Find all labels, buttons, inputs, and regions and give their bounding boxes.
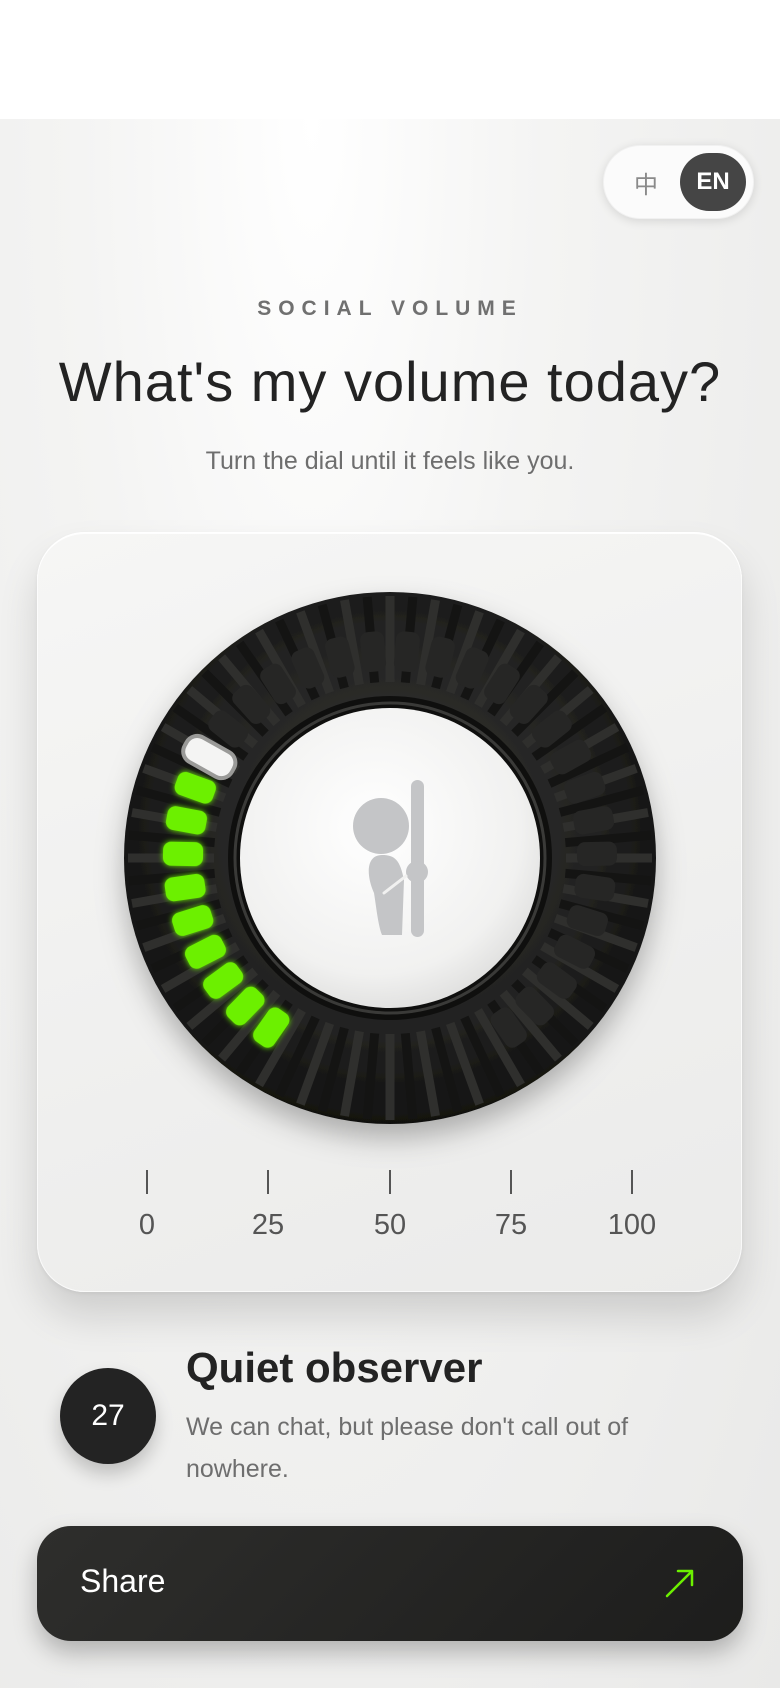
volume-segment-inactive xyxy=(576,841,618,867)
scale-tick xyxy=(267,1170,269,1194)
result-title: Quiet observer xyxy=(186,1344,483,1391)
share-button-label: Share xyxy=(80,1563,166,1599)
share-button[interactable]: Share xyxy=(37,1526,743,1641)
result-description: We can chat, but please don't call out o… xyxy=(186,1413,629,1483)
volume-segment-inactive xyxy=(360,631,387,672)
arrow-up-right-icon xyxy=(665,1569,694,1598)
scale-label: 0 xyxy=(138,1209,156,1241)
scale-label: 100 xyxy=(607,1209,657,1241)
scale-label: 75 xyxy=(494,1209,528,1241)
volume-value-badge: 27 xyxy=(60,1368,156,1464)
scale-tick xyxy=(389,1170,391,1194)
scale-label: 25 xyxy=(251,1209,285,1241)
volume-segment-inactive xyxy=(393,631,420,672)
scale-tick xyxy=(146,1170,148,1194)
volume-segment-active xyxy=(162,841,204,867)
scale-label: 50 xyxy=(373,1209,407,1241)
scale-tick xyxy=(631,1170,633,1194)
scale-tick xyxy=(510,1170,512,1194)
